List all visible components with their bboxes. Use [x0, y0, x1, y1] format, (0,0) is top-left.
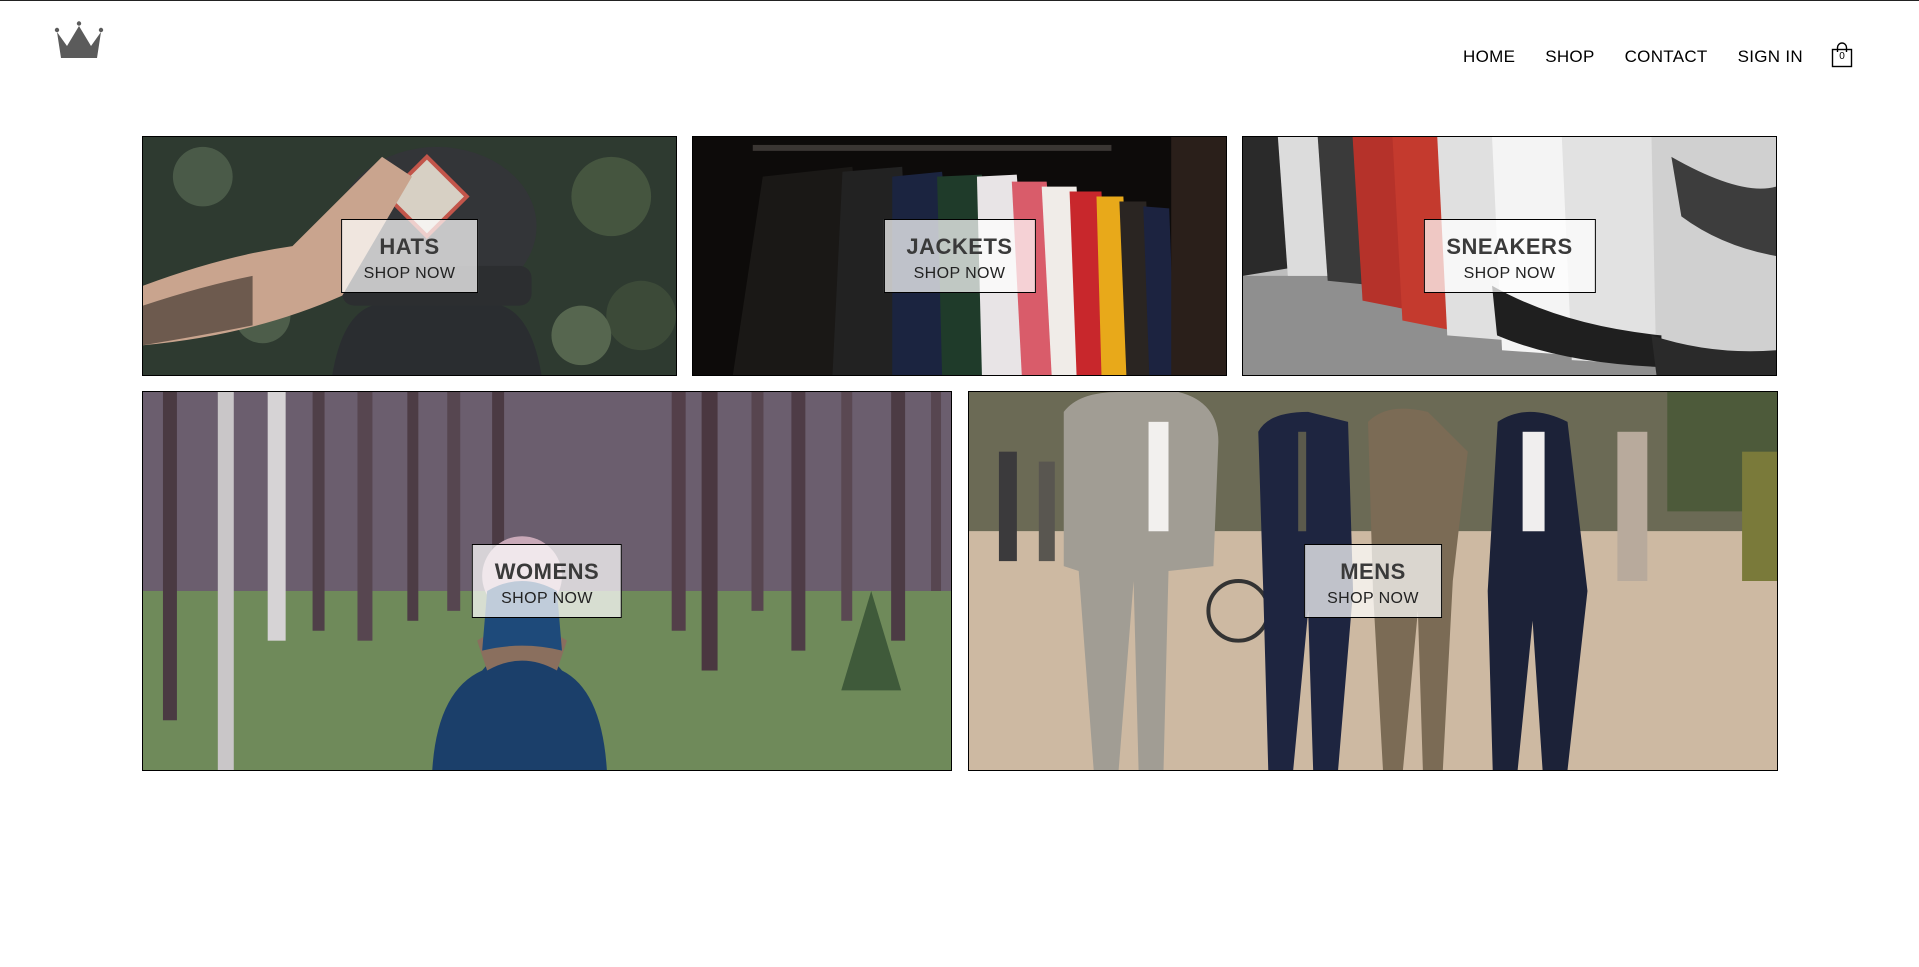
menu-item-mens[interactable]: MENS SHOP NOW [968, 391, 1778, 771]
menu-item-title: JACKETS [906, 234, 1013, 259]
menu-item-jackets[interactable]: JACKETS SHOP NOW [692, 136, 1227, 376]
menu-item-content: SNEAKERS SHOP NOW [1423, 219, 1596, 293]
nav-contact-link[interactable]: CONTACT [1625, 47, 1708, 67]
shop-now-label[interactable]: SHOP NOW [364, 264, 456, 284]
menu-item-content: HATS SHOP NOW [340, 219, 479, 293]
menu-item-content: MENS SHOP NOW [1304, 544, 1442, 618]
shop-now-label[interactable]: SHOP NOW [501, 589, 593, 609]
header: HOME SHOP CONTACT SIGN IN 0 [0, 0, 1919, 110]
cart-count: 0 [1839, 51, 1845, 62]
menu-item-content: WOMENS SHOP NOW [471, 544, 623, 618]
menu-item-content: JACKETS SHOP NOW [883, 219, 1036, 293]
crown-icon[interactable] [53, 20, 105, 62]
shop-now-label[interactable]: SHOP NOW [914, 264, 1006, 284]
nav-shop-link[interactable]: SHOP [1545, 47, 1594, 67]
menu-item-sneakers[interactable]: SNEAKERS SHOP NOW [1242, 136, 1777, 376]
menu-item-title: SNEAKERS [1446, 234, 1573, 259]
directory-menu: HATS SHOP NOW JACKETS SHOP NOW SNEAKERS … [142, 136, 1778, 771]
cart-button[interactable]: 0 [1831, 42, 1853, 68]
nav-sign-in-link[interactable]: SIGN IN [1738, 47, 1803, 67]
menu-item-hats[interactable]: HATS SHOP NOW [142, 136, 677, 376]
nav-menu: HOME SHOP CONTACT SIGN IN 0 [1463, 42, 1853, 70]
nav-home-link[interactable]: HOME [1463, 47, 1515, 67]
shop-now-label[interactable]: SHOP NOW [1327, 589, 1419, 609]
menu-item-title: WOMENS [494, 559, 600, 584]
menu-item-title: MENS [1340, 559, 1406, 584]
shop-now-label[interactable]: SHOP NOW [1464, 264, 1556, 284]
menu-item-womens[interactable]: WOMENS SHOP NOW [142, 391, 952, 771]
menu-item-title: HATS [379, 234, 440, 259]
